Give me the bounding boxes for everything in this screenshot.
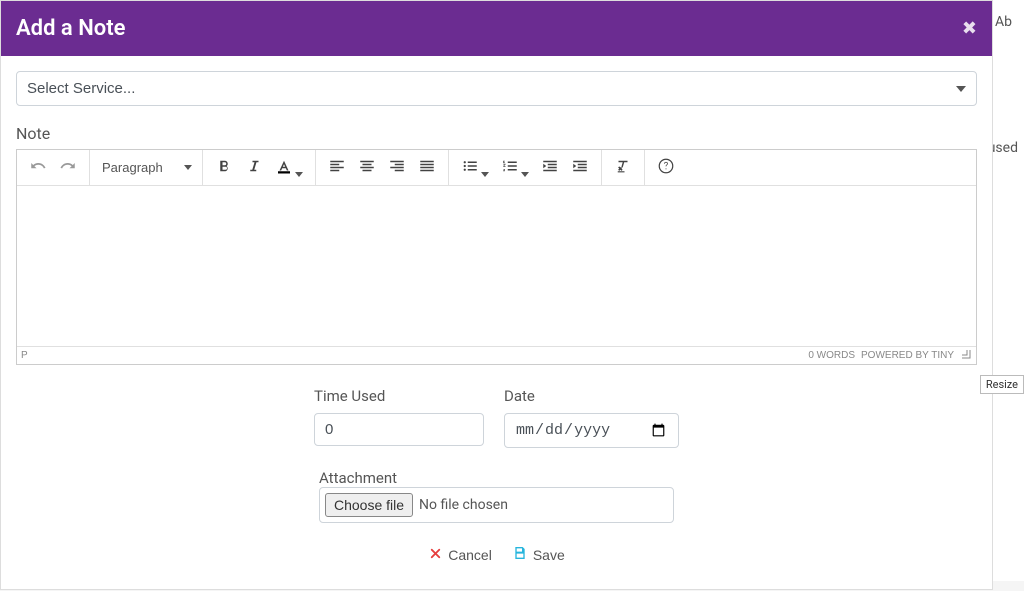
resize-icon [960,348,972,363]
modal-header: Add a Note ✖ [1,1,992,56]
toolbar-group-clear [602,150,645,185]
toolbar-group-align [316,150,449,185]
toolbar-group-list [449,150,602,185]
bold-button[interactable] [209,153,239,182]
time-used-label: Time Used [314,387,484,405]
chevron-down-icon [481,165,489,170]
resize-tooltip: Resize [980,375,1024,394]
editor-toolbar: Paragraph [17,150,976,186]
no-file-text: No file chosen [419,497,508,513]
chevron-down-icon [521,165,529,170]
number-list-button[interactable] [495,153,535,182]
bold-icon [215,157,233,178]
indent-button[interactable] [565,153,595,182]
italic-button[interactable] [239,153,269,182]
save-label: Save [533,547,565,563]
bg-text-ab: Ab [995,14,1012,30]
add-note-modal: Add a Note ✖ Select Service... Note [0,0,993,590]
time-used-group: Time Used [314,387,484,448]
indent-icon [571,157,589,178]
align-justify-button[interactable] [412,153,442,182]
format-select[interactable]: Paragraph [96,157,196,178]
date-group: Date [504,387,679,448]
attachment-label: Attachment [319,469,397,487]
clear-format-button[interactable] [608,153,638,182]
select-service-dropdown[interactable]: Select Service... [16,71,977,106]
align-left-icon [328,157,346,178]
date-label: Date [504,387,679,405]
save-button[interactable]: Save [512,545,565,564]
align-right-icon [388,157,406,178]
bullet-list-icon [461,157,479,178]
date-input[interactable] [504,413,679,448]
save-icon [512,545,528,564]
chevron-down-icon [295,165,303,170]
toolbar-group-style [203,150,316,185]
modal-body: Select Service... Note Paragraph [1,56,992,589]
note-label: Note [16,124,977,143]
undo-button[interactable] [23,153,53,182]
help-button[interactable] [651,153,681,182]
form-row-time-date: Time Used Date [16,387,977,448]
toolbar-group-help [645,150,687,185]
editor-statusbar: P 0 WORDS POWERED BY TINY [17,346,976,364]
toolbar-group-history [17,150,90,185]
rich-text-editor: Paragraph [16,149,977,365]
file-input-wrap[interactable]: Choose file No file chosen [319,487,674,523]
align-center-icon [358,157,376,178]
italic-icon [245,157,263,178]
text-color-button[interactable] [269,153,309,182]
editor-content-area[interactable] [17,186,976,346]
align-center-button[interactable] [352,153,382,182]
modal-actions: Cancel Save [16,545,977,574]
bullet-list-button[interactable] [455,153,495,182]
close-icon: ✖ [962,18,977,38]
align-left-button[interactable] [322,153,352,182]
choose-file-button[interactable]: Choose file [325,493,413,517]
redo-icon [59,157,77,178]
cancel-label: Cancel [448,547,492,563]
resize-handle[interactable] [960,348,972,363]
close-button[interactable]: ✖ [962,18,977,39]
redo-button[interactable] [53,153,83,182]
word-count: 0 WORDS [808,350,855,361]
help-icon [657,157,675,178]
cancel-icon [428,546,443,564]
undo-icon [29,157,47,178]
number-list-icon [501,157,519,178]
outdent-icon [541,157,559,178]
element-path: P [21,350,28,361]
clear-format-icon [614,157,632,178]
modal-title: Add a Note [16,16,125,41]
time-used-input[interactable] [314,413,484,446]
outdent-button[interactable] [535,153,565,182]
toolbar-group-format: Paragraph [90,150,203,185]
attachment-row: Attachment Choose file No file chosen [16,468,977,523]
cancel-button[interactable]: Cancel [428,545,492,564]
text-color-icon [275,157,293,178]
powered-by-label: POWERED BY TINY [861,350,954,361]
align-justify-icon [418,157,436,178]
attachment-group: Attachment Choose file No file chosen [319,468,674,523]
align-right-button[interactable] [382,153,412,182]
